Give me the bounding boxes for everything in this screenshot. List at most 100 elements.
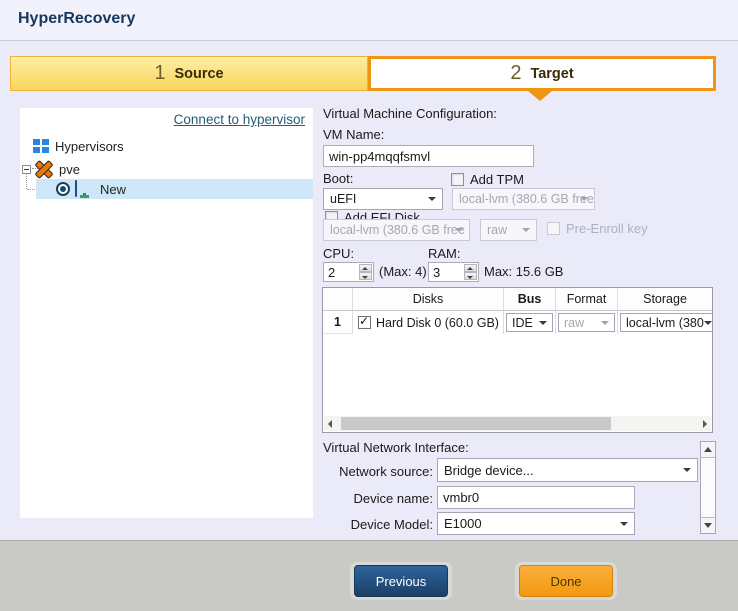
tab-source-label: Source — [174, 66, 223, 82]
disks-table: Disks Bus Format Storage 1 Hard Disk 0 (… — [322, 287, 713, 433]
cpu-decrement-button[interactable] — [359, 272, 372, 280]
add-tpm-label: Add TPM — [470, 172, 524, 187]
previous-button[interactable]: Previous — [354, 565, 448, 597]
chevron-down-icon — [455, 228, 463, 232]
vm-monitor-icon — [75, 181, 94, 198]
app-title: HyperRecovery — [18, 10, 135, 28]
vm-name-input[interactable] — [323, 145, 534, 167]
header-format[interactable]: Format — [556, 288, 618, 311]
device-name-input[interactable] — [437, 486, 635, 509]
tree-item-new-label: New — [100, 182, 126, 197]
connect-to-hypervisor-link[interactable]: Connect to hypervisor — [174, 112, 305, 127]
vm-name-label: VM Name: — [323, 127, 384, 142]
proxmox-host-icon — [35, 161, 53, 177]
vm-selected-radio[interactable] — [56, 182, 70, 196]
tree-item-new-vm[interactable]: New — [56, 179, 126, 199]
tab-target[interactable]: 2 Target — [368, 56, 716, 91]
tpm-storage-value: local-lvm (380.6 GB free — [459, 192, 594, 206]
format-select[interactable]: raw — [558, 313, 615, 332]
ram-label: RAM: — [428, 246, 461, 261]
chevron-down-icon — [704, 321, 712, 325]
footer-bar: Previous Done Cancel — [0, 540, 738, 611]
ram-stepper[interactable]: 3 — [428, 262, 479, 282]
network-section-title: Virtual Network Interface: — [323, 440, 469, 455]
disk-include-checkbox[interactable] — [358, 316, 371, 329]
vm-config-section-title: Virtual Machine Configuration: — [323, 106, 497, 121]
row-number: 1 — [323, 311, 353, 334]
header-disks[interactable]: Disks — [353, 288, 504, 311]
boot-mode-value: uEFI — [330, 192, 356, 206]
hyperrecovery-window: HyperRecovery 1 Source 2 Target Connect … — [0, 0, 738, 611]
tree-item-hypervisors-label: Hypervisors — [55, 139, 124, 154]
ram-max-label: Max: 15.6 GB — [484, 264, 563, 279]
done-button-halo: Done — [515, 562, 617, 600]
device-name-label: Device name: — [333, 491, 433, 506]
efi-format-value: raw — [487, 223, 507, 237]
disks-table-header: Disks Bus Format Storage — [323, 288, 712, 311]
ram-increment-button[interactable] — [464, 264, 477, 272]
tab-source[interactable]: 1 Source — [10, 56, 368, 91]
disk-cell: Hard Disk 0 (60.0 GB) — [353, 311, 504, 334]
tab-target-number: 2 — [510, 62, 521, 85]
tree-item-pve-label: pve — [59, 162, 80, 177]
chevron-down-icon — [522, 228, 530, 232]
bus-value: IDE — [512, 316, 533, 330]
tree-item-pve[interactable]: pve — [22, 159, 80, 179]
cpu-max-label: (Max: 4) — [379, 264, 427, 279]
vertical-scrollbar[interactable] — [700, 441, 716, 534]
tree-item-hypervisors[interactable]: Hypervisors — [33, 136, 124, 156]
boot-mode-select[interactable]: uEFI — [323, 188, 443, 210]
horizontal-scroll-track[interactable] — [339, 416, 696, 431]
table-row: 1 Hard Disk 0 (60.0 GB) IDE raw local-lv… — [323, 311, 712, 334]
chevron-down-icon — [580, 197, 588, 201]
network-source-value: Bridge device... — [444, 463, 534, 478]
chevron-down-icon — [683, 468, 691, 472]
scroll-left-arrow-icon[interactable] — [324, 416, 339, 431]
scroll-right-arrow-icon[interactable] — [696, 416, 711, 431]
bus-cell: IDE — [504, 311, 556, 334]
storage-select[interactable]: local-lvm (380 — [620, 313, 712, 332]
done-button[interactable]: Done — [519, 565, 613, 597]
network-source-select[interactable]: Bridge device... — [437, 458, 698, 482]
hypervisor-tree-panel: Connect to hypervisor Hypervisors pve Ne… — [20, 108, 313, 518]
horizontal-scrollbar[interactable] — [324, 416, 711, 431]
efi-storage-select[interactable]: local-lvm (380.6 GB free — [323, 219, 470, 241]
network-source-label: Network source: — [333, 464, 433, 479]
ram-decrement-button[interactable] — [464, 272, 477, 280]
tree-collapse-icon[interactable] — [22, 165, 31, 174]
horizontal-scroll-thumb[interactable] — [341, 417, 611, 430]
cpu-label: CPU: — [323, 246, 354, 261]
device-model-select[interactable]: E1000 — [437, 512, 635, 535]
pre-enroll-key-label: Pre-Enroll key — [566, 221, 648, 236]
format-value: raw — [564, 316, 584, 330]
tpm-storage-select[interactable]: local-lvm (380.6 GB free — [452, 188, 595, 210]
scroll-down-arrow-icon[interactable] — [701, 517, 715, 533]
add-tpm-checkbox[interactable] — [451, 173, 464, 186]
chevron-down-icon — [620, 522, 628, 526]
previous-button-halo: Previous — [350, 562, 452, 600]
header-bus[interactable]: Bus — [504, 288, 556, 311]
efi-storage-value: local-lvm (380.6 GB free — [330, 223, 465, 237]
disk-name: Hard Disk 0 (60.0 GB) — [376, 316, 499, 330]
boot-label: Boot: — [323, 171, 353, 186]
ram-value: 3 — [433, 265, 440, 280]
tab-target-label: Target — [530, 66, 573, 82]
format-cell: raw — [556, 311, 618, 334]
cpu-value: 2 — [328, 265, 335, 280]
tab-source-number: 1 — [154, 62, 165, 85]
device-model-value: E1000 — [444, 516, 482, 531]
device-model-label: Device Model: — [333, 517, 433, 532]
bus-select[interactable]: IDE — [506, 313, 553, 332]
storage-value: local-lvm (380 — [626, 316, 704, 330]
header-storage[interactable]: Storage — [618, 288, 712, 311]
cpu-increment-button[interactable] — [359, 264, 372, 272]
efi-format-select[interactable]: raw — [480, 219, 537, 241]
header-row-number — [323, 288, 353, 311]
storage-cell: local-lvm (380 — [618, 311, 712, 334]
chevron-down-icon — [428, 197, 436, 201]
cpu-stepper[interactable]: 2 — [323, 262, 374, 282]
chevron-down-icon — [539, 321, 547, 325]
windows-logo-icon — [33, 139, 49, 153]
title-bar: HyperRecovery — [0, 0, 738, 41]
scroll-up-arrow-icon[interactable] — [701, 442, 715, 458]
